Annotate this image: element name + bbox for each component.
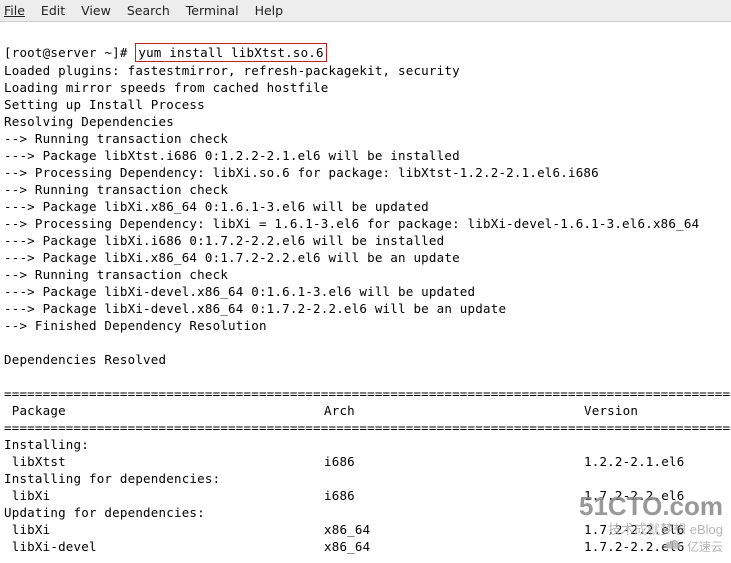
col-package: Package bbox=[4, 402, 324, 419]
output-line: ---> Package libXi.x86_64 0:1.7.2-2.2.el… bbox=[4, 250, 460, 265]
output-line: --> Running transaction check bbox=[4, 267, 228, 282]
output-line: Setting up Install Process bbox=[4, 97, 205, 112]
output-line: --> Processing Dependency: libXi.so.6 fo… bbox=[4, 165, 599, 180]
watermark-line1: 51CTO.com bbox=[579, 493, 723, 519]
command-text: yum install libXtst.so.6 bbox=[138, 45, 323, 60]
output-line: --> Running transaction check bbox=[4, 182, 228, 197]
table-rule: ========================================… bbox=[4, 420, 731, 435]
section-updating-deps: Updating for dependencies: bbox=[4, 505, 205, 520]
watermark-line3: 亿速云 bbox=[687, 538, 723, 555]
output-line: ---> Package libXi-devel.x86_64 0:1.6.1-… bbox=[4, 284, 475, 299]
menu-bar: File Edit View Search Terminal Help bbox=[0, 0, 731, 22]
col-arch: Arch bbox=[324, 402, 584, 419]
table-row: libXtsti6861.2.2-2.1.el6 bbox=[4, 454, 684, 469]
output-line: Dependencies Resolved bbox=[4, 352, 166, 367]
shell-prompt: [root@server ~]# bbox=[4, 45, 135, 60]
output-line: Loading mirror speeds from cached hostfi… bbox=[4, 80, 328, 95]
section-installing-deps: Installing for dependencies: bbox=[4, 471, 220, 486]
output-line: ---> Package libXtst.i686 0:1.2.2-2.1.el… bbox=[4, 148, 460, 163]
col-version: Version bbox=[584, 403, 638, 418]
output-line: --> Running transaction check bbox=[4, 131, 228, 146]
menu-file[interactable]: File bbox=[4, 3, 25, 18]
terminal-area[interactable]: [root@server ~]# yum install libXtst.so.… bbox=[0, 22, 731, 563]
table-rule: ========================================… bbox=[4, 386, 731, 401]
menu-terminal[interactable]: Terminal bbox=[186, 3, 239, 18]
output-line: Loaded plugins: fastestmirror, refresh-p… bbox=[4, 63, 460, 78]
section-installing: Installing: bbox=[4, 437, 89, 452]
output-line: ---> Package libXi-devel.x86_64 0:1.7.2-… bbox=[4, 301, 506, 316]
watermark-line2: 技术成就梦想 eBlog bbox=[579, 519, 723, 538]
output-line: --> Finished Dependency Resolution bbox=[4, 318, 267, 333]
watermark: 51CTO.com 技术成就梦想 eBlog 亿速云 bbox=[579, 493, 723, 555]
menu-view[interactable]: View bbox=[81, 3, 111, 18]
output-line: ---> Package libXi.x86_64 0:1.6.1-3.el6 … bbox=[4, 199, 429, 214]
cloud-icon bbox=[663, 539, 683, 554]
menu-edit[interactable]: Edit bbox=[41, 3, 65, 18]
output-line: Resolving Dependencies bbox=[4, 114, 174, 129]
menu-help[interactable]: Help bbox=[255, 3, 284, 18]
output-line: --> Processing Dependency: libXi = 1.6.1… bbox=[4, 216, 699, 231]
output-line: ---> Package libXi.i686 0:1.7.2-2.2.el6 … bbox=[4, 233, 444, 248]
menu-search[interactable]: Search bbox=[127, 3, 170, 18]
command-highlight: yum install libXtst.so.6 bbox=[135, 43, 326, 62]
table-header: PackageArchVersion bbox=[4, 403, 638, 418]
